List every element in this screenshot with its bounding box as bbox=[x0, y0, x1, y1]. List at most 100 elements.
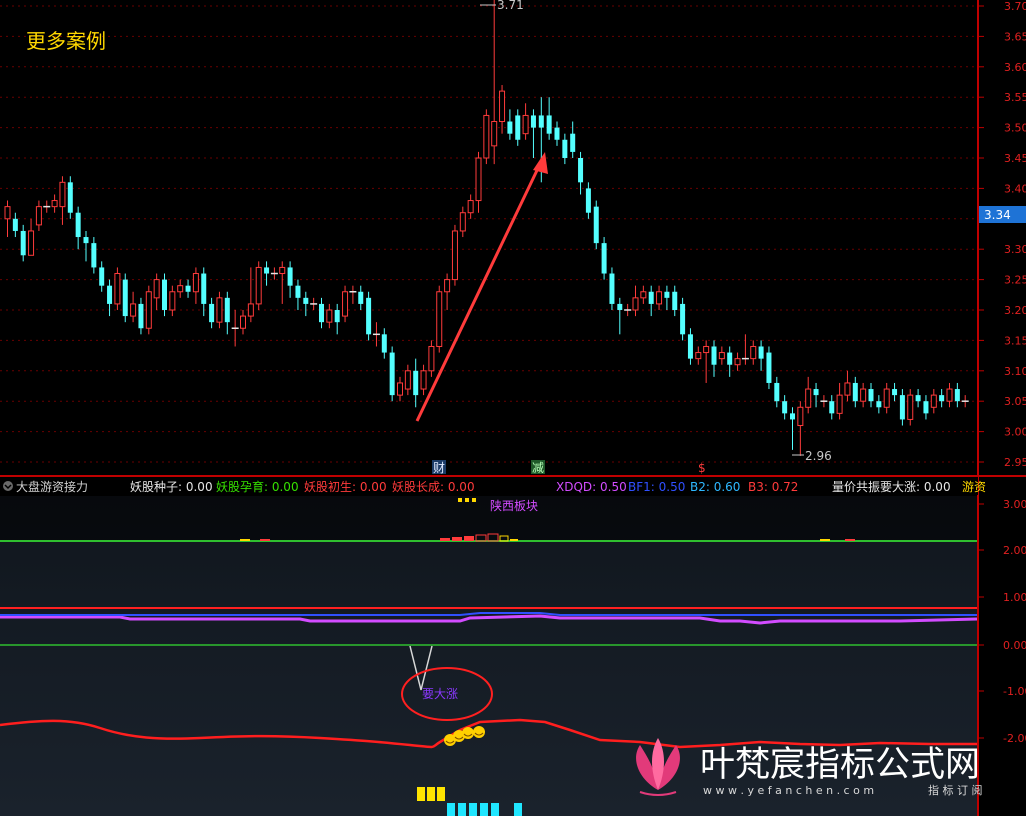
candle-body-down bbox=[319, 303, 324, 323]
indicator-right-label: 量价共振要大涨: 0.00 bbox=[832, 479, 951, 494]
price-tick-label: 3.40 bbox=[1004, 182, 1026, 195]
candle-body-down bbox=[295, 285, 301, 298]
candle-body-down bbox=[727, 352, 733, 365]
candle-body-down bbox=[107, 285, 113, 304]
candle-body-down bbox=[515, 115, 521, 140]
candle-body-up bbox=[114, 273, 121, 305]
indicator-name[interactable]: 大盘游资接力 bbox=[16, 479, 88, 494]
yellow-dot bbox=[465, 498, 469, 502]
candle-body-down bbox=[381, 334, 387, 353]
candle-body-down bbox=[91, 243, 97, 268]
price-tick-label: 3.25 bbox=[1004, 274, 1026, 287]
candle-body-down bbox=[790, 413, 795, 420]
jian-marker[interactable]: 减 bbox=[532, 461, 544, 475]
candle[interactable] bbox=[114, 267, 121, 310]
price-tick-label: 3.60 bbox=[1004, 61, 1026, 74]
baseline-bar bbox=[440, 538, 450, 541]
candle[interactable] bbox=[436, 285, 443, 353]
candle[interactable] bbox=[389, 346, 395, 402]
candle-body-down bbox=[99, 267, 105, 286]
candle-body-down bbox=[829, 401, 835, 414]
candle[interactable] bbox=[483, 109, 490, 165]
price-tick-label: 3.20 bbox=[1004, 304, 1026, 317]
dollar-marker[interactable]: $ bbox=[698, 461, 706, 475]
indicator-menu-icon[interactable] bbox=[3, 481, 13, 491]
candle-body-up bbox=[169, 291, 176, 311]
baseline-bar bbox=[240, 539, 250, 541]
candle-body-down bbox=[617, 303, 623, 310]
price-tick-label: 3.45 bbox=[1004, 152, 1026, 165]
candle-body-down bbox=[122, 279, 128, 317]
baseline-bar bbox=[464, 536, 474, 541]
candle-body-up bbox=[153, 279, 160, 299]
candle-body-up bbox=[930, 394, 937, 408]
candle[interactable] bbox=[122, 273, 128, 323]
yellow-bar bbox=[417, 787, 425, 801]
candle-body-down bbox=[766, 352, 772, 383]
candle-body-up bbox=[177, 285, 184, 293]
candle[interactable] bbox=[366, 291, 372, 341]
candle[interactable] bbox=[601, 237, 607, 280]
candle-body-up bbox=[404, 370, 411, 390]
candle-body-up bbox=[718, 352, 725, 360]
lower-indicator-panel[interactable]: 3.00 2.00 1.00 0.00 -1.00 -2.00 陕西板块 bbox=[0, 496, 1026, 816]
candle-body-up bbox=[491, 121, 498, 147]
candle-body-down bbox=[562, 139, 568, 158]
candle-body-up bbox=[342, 291, 349, 317]
candle[interactable] bbox=[255, 261, 262, 310]
candle-body-down bbox=[12, 218, 18, 231]
price-tick-label: 3.55 bbox=[1004, 91, 1026, 104]
candle[interactable] bbox=[593, 200, 599, 250]
indicator-value: 妖股种子: 0.00 bbox=[130, 480, 213, 494]
candle-body-up bbox=[836, 394, 843, 414]
candle[interactable] bbox=[67, 176, 73, 219]
watermark-url: w w w . y e f a n c h e n . c o m bbox=[703, 784, 874, 797]
indicator-cut-label: 游资 bbox=[962, 480, 986, 494]
candle-body-up bbox=[420, 370, 427, 390]
candle[interactable] bbox=[162, 273, 167, 317]
candle[interactable] bbox=[451, 224, 458, 286]
candle-body-down bbox=[20, 230, 26, 256]
candle[interactable] bbox=[145, 285, 152, 335]
candle[interactable] bbox=[766, 346, 772, 390]
yellow-bar bbox=[437, 787, 445, 801]
candle-body-up bbox=[483, 114, 490, 159]
candle-body-down bbox=[138, 303, 144, 329]
signal-label: 要大涨 bbox=[422, 686, 458, 701]
candle-body-up bbox=[428, 345, 435, 372]
candle-body-up bbox=[522, 114, 529, 135]
candle-body-up bbox=[907, 394, 914, 420]
indicator-value: BF1: 0.50 bbox=[628, 480, 685, 494]
candle[interactable] bbox=[609, 267, 615, 310]
cyan-bar bbox=[514, 803, 522, 816]
price-tick-label: 3.65 bbox=[1004, 30, 1026, 43]
candle-body-down bbox=[334, 310, 340, 323]
candle-body-up bbox=[247, 303, 254, 317]
sector-label: 陕西板块 bbox=[490, 498, 538, 513]
candle-body-up bbox=[397, 382, 403, 396]
page-title[interactable]: 更多案例 bbox=[26, 29, 106, 53]
price-tick-label: 3.30 bbox=[1004, 243, 1026, 256]
candle-body-down bbox=[264, 267, 270, 274]
candle-body-down bbox=[813, 389, 819, 396]
cyan-bar bbox=[469, 803, 477, 816]
stock-chart-canvas[interactable]: 3.703.653.603.553.503.453.403.353.303.25… bbox=[0, 0, 1026, 816]
candle-body-down bbox=[899, 395, 905, 420]
candle-body-down bbox=[601, 243, 607, 274]
indicator-value: B3: 0.72 bbox=[748, 480, 798, 494]
candle[interactable] bbox=[680, 297, 686, 341]
cyan-bar bbox=[480, 803, 488, 816]
candle-body-up bbox=[734, 358, 741, 366]
cai-marker[interactable]: 财 bbox=[433, 461, 445, 475]
watermark-title: 叶梵宸指标公式网 bbox=[700, 745, 980, 785]
candle-body-up bbox=[459, 212, 466, 232]
candle-body-down bbox=[83, 237, 89, 244]
candle-body-up bbox=[216, 297, 223, 323]
lower-tick-label: 0.00 bbox=[1003, 639, 1026, 652]
candle-body-up bbox=[444, 279, 451, 293]
lower-tick-label: 1.00 bbox=[1003, 591, 1026, 604]
candle-body-up bbox=[750, 345, 757, 360]
candle-body-down bbox=[758, 346, 764, 359]
indicator-value: B2: 0.60 bbox=[690, 480, 740, 494]
candle-body-down bbox=[876, 401, 882, 408]
